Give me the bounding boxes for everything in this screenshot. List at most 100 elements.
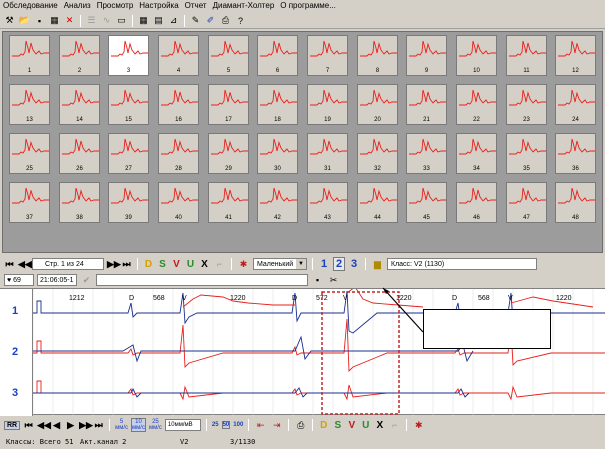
open-icon[interactable]: 📂 <box>18 14 31 27</box>
complex-tile[interactable]: 40 <box>158 182 199 223</box>
complex-tile[interactable]: 14 <box>59 84 100 125</box>
list-icon[interactable]: ☰ <box>85 14 98 27</box>
chart-icon[interactable]: ⊿ <box>167 14 180 27</box>
tool-icon[interactable]: ✱ <box>237 258 250 271</box>
complex-tile[interactable]: 29 <box>208 133 249 174</box>
waveform-icon[interactable]: ∿ <box>100 14 113 27</box>
complex-tile[interactable]: 5 <box>208 35 249 76</box>
page-field[interactable]: Стр. 1 из 24 <box>32 258 104 270</box>
class-v-button[interactable]: V <box>346 420 357 431</box>
menu-item[interactable]: Отчет <box>182 0 210 12</box>
complex-tile[interactable]: 13 <box>9 84 50 125</box>
tool-icon[interactable]: ✱ <box>412 419 425 432</box>
fast-forward-button[interactable]: ▶▶ <box>79 420 93 431</box>
back-button[interactable]: ◀ <box>51 420 62 431</box>
complex-tile[interactable]: 41 <box>208 182 249 223</box>
complex-tile[interactable]: 46 <box>456 182 497 223</box>
scale-100-button[interactable]: 100 <box>233 422 243 428</box>
class-x-button[interactable]: X <box>374 420 385 431</box>
comment-field[interactable] <box>96 274 308 286</box>
channel-1-button[interactable]: 1 <box>318 258 330 270</box>
complex-tile[interactable]: 18 <box>257 84 298 125</box>
scale-50-button[interactable]: 50 <box>221 421 231 429</box>
complex-tile[interactable]: 36 <box>555 133 596 174</box>
marker-right-icon[interactable]: ⇥ <box>270 419 283 432</box>
size-select[interactable]: Маленький ▼ <box>253 258 307 270</box>
complex-tile[interactable]: 2 <box>59 35 100 76</box>
menu-item[interactable]: Диамант-Холтер <box>210 0 278 12</box>
complex-tile[interactable]: 15 <box>108 84 149 125</box>
close-x-icon[interactable]: ✕ <box>63 14 76 27</box>
last-button[interactable]: ⏭ <box>93 420 104 431</box>
prev-page-button[interactable]: ◀◀ <box>18 259 32 270</box>
class-s-button[interactable]: S <box>157 259 168 270</box>
complex-tile[interactable]: 39 <box>108 182 149 223</box>
class-x-button[interactable]: X <box>199 259 210 270</box>
marker-left-icon[interactable]: ⇤ <box>254 419 267 432</box>
menu-item[interactable]: Анализ <box>61 0 94 12</box>
complex-tile[interactable]: 22 <box>456 84 497 125</box>
window-icon[interactable]: ▤ <box>152 14 165 27</box>
complex-tile[interactable]: 17 <box>208 84 249 125</box>
fast-back-button[interactable]: ◀◀ <box>37 420 51 431</box>
speed-25-button[interactable]: 25 мм/с <box>149 419 162 431</box>
complex-tile[interactable]: 23 <box>506 84 547 125</box>
class-u-button[interactable]: U <box>185 259 196 270</box>
help-icon[interactable]: ? <box>234 14 247 27</box>
complex-tile[interactable]: 37 <box>9 182 50 223</box>
scissors-icon[interactable]: ✂ <box>327 274 340 287</box>
first-page-button[interactable]: ⏮ <box>4 259 15 270</box>
scale-25-button[interactable]: 25 <box>212 422 219 428</box>
complex-tile[interactable]: 32 <box>357 133 398 174</box>
marker-icon[interactable]: ⌐ <box>388 419 401 432</box>
complex-tile[interactable]: 42 <box>257 182 298 223</box>
folder-icon[interactable]: ▆ <box>371 258 384 271</box>
save-icon[interactable]: ▪ <box>311 274 324 287</box>
amplitude-field[interactable]: 10мм/мВ <box>164 419 201 431</box>
complex-tile[interactable]: 48 <box>555 182 596 223</box>
complex-tile[interactable]: 16 <box>158 84 199 125</box>
rr-button[interactable]: RR <box>4 420 21 430</box>
menu-item[interactable]: О программе... <box>277 0 339 12</box>
complex-tile[interactable]: 12 <box>555 35 596 76</box>
channel-2-button[interactable]: 2 <box>333 257 345 271</box>
print-icon[interactable]: ⎙ <box>219 14 232 27</box>
complex-tile[interactable]: 30 <box>257 133 298 174</box>
first-button[interactable]: ⏮ <box>23 420 34 431</box>
class-d-button[interactable]: D <box>143 259 154 270</box>
complex-tile[interactable]: 11 <box>506 35 547 76</box>
complex-tile[interactable]: 44 <box>357 182 398 223</box>
marker-icon[interactable]: ⌐ <box>213 258 226 271</box>
complex-tile[interactable]: 31 <box>307 133 348 174</box>
menu-item[interactable]: Обследование <box>0 0 61 12</box>
menu-item[interactable]: Просмотр <box>94 0 137 12</box>
speed-5-button[interactable]: 5 мм/с <box>115 419 128 431</box>
class-u-button[interactable]: U <box>360 420 371 431</box>
class-s-button[interactable]: S <box>332 420 343 431</box>
complex-tile[interactable]: 38 <box>59 182 100 223</box>
tools-icon[interactable]: ⚒ <box>3 14 16 27</box>
complex-tile[interactable]: 9 <box>406 35 447 76</box>
complex-tile[interactable]: 45 <box>406 182 447 223</box>
forward-button[interactable]: ▶ <box>65 420 76 431</box>
complex-tile[interactable]: 33 <box>406 133 447 174</box>
complex-tile[interactable]: 3 <box>108 35 149 76</box>
channel-3-button[interactable]: 3 <box>348 258 360 270</box>
edit-icon[interactable]: ✎ <box>189 14 202 27</box>
complex-tile[interactable]: 27 <box>108 133 149 174</box>
menu-item[interactable]: Настройка <box>136 0 181 12</box>
checkmark-icon[interactable]: ✔ <box>80 274 93 287</box>
complex-tile[interactable]: 47 <box>506 182 547 223</box>
complex-tile[interactable]: 19 <box>307 84 348 125</box>
complex-tile[interactable]: 24 <box>555 84 596 125</box>
print-icon[interactable]: ⎙ <box>294 419 307 432</box>
last-page-button[interactable]: ⏭ <box>121 259 132 270</box>
complex-tile[interactable]: 35 <box>506 133 547 174</box>
complex-tile[interactable]: 1 <box>9 35 50 76</box>
speed-10-button[interactable]: 10 мм/с <box>131 418 146 432</box>
complex-tile[interactable]: 4 <box>158 35 199 76</box>
complex-tile[interactable]: 6 <box>257 35 298 76</box>
complex-tile[interactable]: 28 <box>158 133 199 174</box>
complex-tile[interactable]: 7 <box>307 35 348 76</box>
complex-tile[interactable]: 21 <box>406 84 447 125</box>
